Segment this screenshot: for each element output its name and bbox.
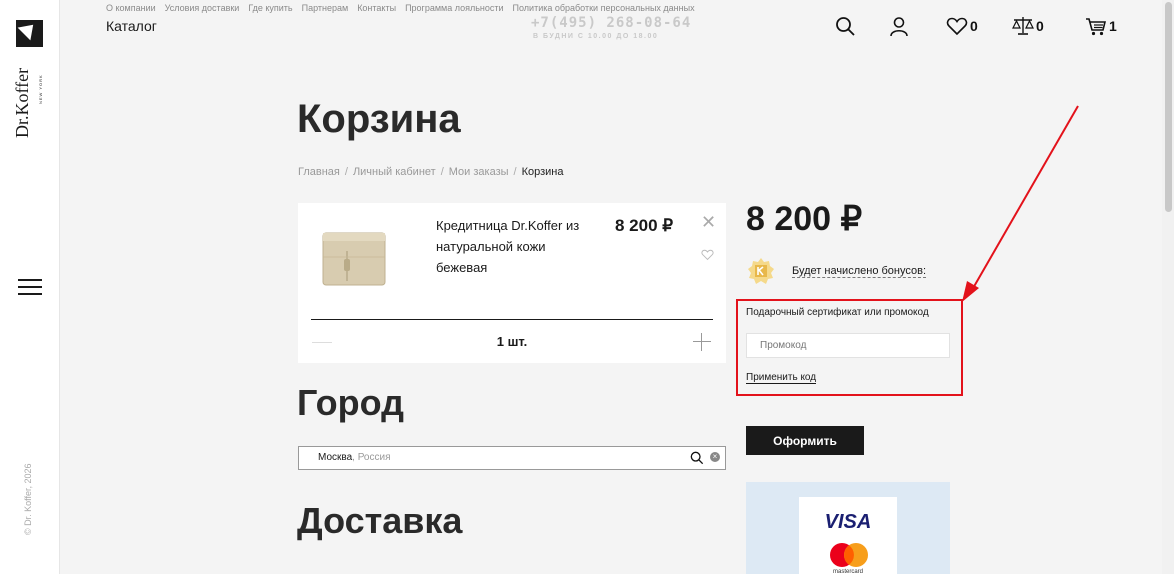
heart-icon[interactable] [701, 249, 714, 261]
working-hours: В БУДНИ С 10.00 ДО 18.00 [533, 33, 659, 40]
increase-quantity-button[interactable] [692, 332, 712, 352]
top-link[interactable]: Программа лояльности [405, 3, 503, 13]
mastercard-label: mastercard [832, 569, 863, 574]
city-heading: Город [297, 382, 404, 423]
city-country: , Россия [352, 452, 391, 463]
cart-count: 1 [1109, 18, 1117, 34]
logo-subtext: NEW YORK [38, 74, 43, 104]
breadcrumb-item[interactable]: Мои заказы [449, 166, 509, 178]
top-link[interactable]: Где купить [248, 3, 292, 13]
divider [311, 319, 713, 320]
product-image[interactable] [320, 229, 388, 289]
bonus-icon [748, 258, 774, 284]
menu-icon[interactable] [18, 279, 42, 295]
checkout-button[interactable]: Оформить [746, 426, 864, 455]
scrollbar-thumb[interactable] [1165, 2, 1172, 212]
top-link[interactable]: О компании [106, 3, 156, 13]
top-links: О компании Условия доставки Где купить П… [106, 3, 695, 13]
breadcrumb-item[interactable]: Личный кабинет [353, 166, 436, 178]
cart-item-card: Кредитница Dr.Koffer из натуральной кожи… [298, 203, 726, 363]
scrollbar[interactable] [1162, 0, 1174, 574]
heart-icon[interactable] [946, 17, 968, 36]
product-title[interactable]: Кредитница Dr.Koffer из натуральной кожи… [436, 215, 586, 278]
top-link[interactable]: Политика обработки персональных данных [513, 3, 695, 13]
search-icon[interactable] [835, 16, 856, 37]
compare-count: 0 [1036, 18, 1044, 34]
sidebar: Dr.Koffer NEW YORK © Dr. Koffer, 2026 [0, 0, 60, 574]
top-link[interactable]: Партнерам [302, 3, 349, 13]
quantity-value: 1 шт. [496, 334, 528, 349]
logo-icon[interactable] [16, 20, 43, 47]
top-link[interactable]: Условия доставки [165, 3, 240, 13]
payment-card: VISA mastercard [799, 497, 897, 574]
product-price: 8 200 ₽ [615, 216, 674, 235]
copyright: © Dr. Koffer, 2026 [23, 463, 33, 535]
compare-icon[interactable] [1012, 16, 1034, 36]
breadcrumb-item[interactable]: Главная [298, 166, 340, 178]
favorites-count: 0 [970, 18, 978, 34]
phone-number[interactable]: +7(495) 268-08-64 [531, 15, 691, 31]
city-input[interactable]: Москва, Россия × [298, 446, 726, 470]
page-title: Корзина [297, 97, 461, 141]
cart-icon[interactable] [1085, 17, 1106, 36]
top-link[interactable]: Контакты [357, 3, 396, 13]
apply-code-link[interactable]: Применить код [746, 372, 817, 384]
delivery-heading: Доставка [297, 500, 463, 541]
breadcrumb-current: Корзина [521, 166, 564, 178]
clear-icon[interactable]: × [710, 452, 720, 462]
visa-logo: VISA [824, 511, 872, 533]
city-value: Москва [318, 452, 353, 463]
mastercard-icon [830, 543, 868, 567]
logo-text[interactable]: Dr.Koffer [12, 68, 33, 138]
breadcrumb: Главная / Личный кабинет / Мои заказы / Корзин… [298, 166, 564, 178]
close-icon[interactable]: ✕ [701, 212, 716, 233]
user-icon[interactable] [889, 16, 909, 37]
order-total: 8 200 ₽ [746, 200, 863, 238]
payment-panel: VISA mastercard [746, 482, 950, 574]
catalog-link[interactable]: Каталог [106, 18, 157, 34]
search-icon[interactable] [690, 451, 704, 465]
promo-code-input[interactable] [746, 333, 950, 358]
promo-label: Подарочный сертификат или промокод [746, 307, 929, 318]
bonus-label[interactable]: Будет начислено бонусов: [792, 265, 926, 278]
